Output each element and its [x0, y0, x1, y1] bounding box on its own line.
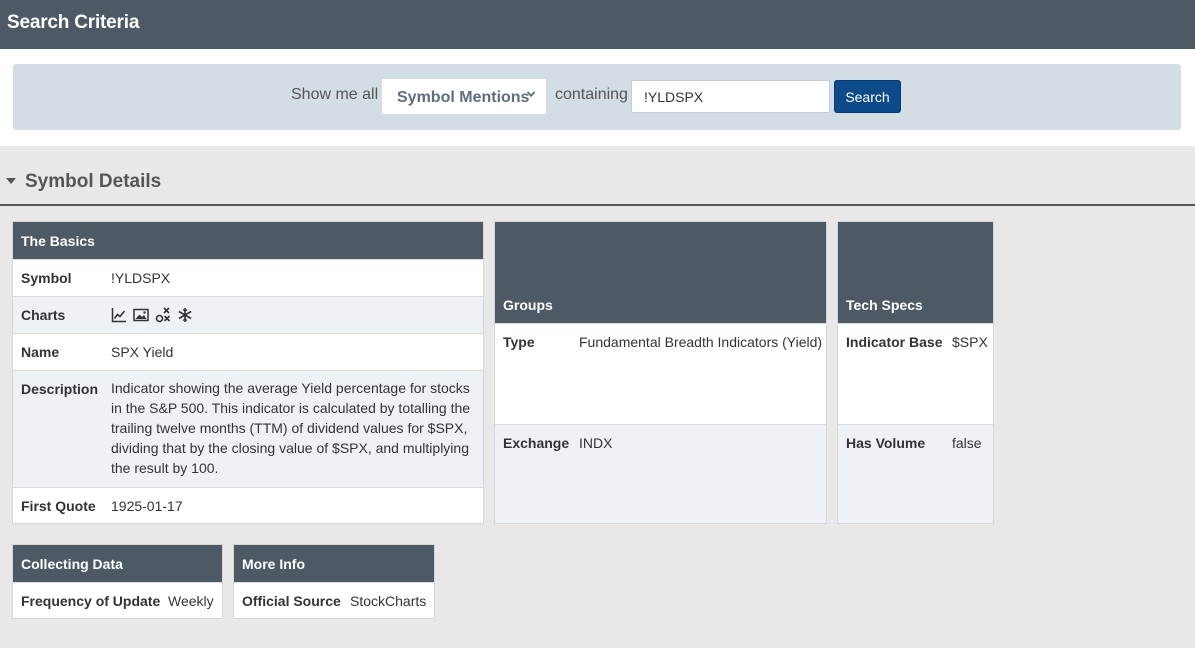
chart-icons: [111, 307, 193, 323]
image-chart-icon[interactable]: [133, 307, 149, 323]
seasonality-chart-icon[interactable]: [177, 307, 193, 323]
chevron-down-icon: [526, 89, 536, 102]
type-value: Fundamental Breadth Indicators (Yield): [579, 334, 823, 350]
collecting-data-panel-header: Collecting Data: [13, 545, 222, 582]
collecting-data-title: Collecting Data: [21, 556, 123, 572]
search-criteria-header: Search Criteria: [0, 0, 1195, 49]
indicator-base-value: $SPX: [952, 334, 988, 350]
basics-panel-header: The Basics: [13, 222, 483, 259]
name-value: SPX Yield: [111, 344, 174, 360]
more-info-panel: More Info Official Source StockCharts: [233, 544, 435, 619]
frequency-row: Frequency of Update Weekly: [13, 582, 222, 619]
official-source-row: Official Source StockCharts: [234, 582, 434, 619]
basics-title: The Basics: [21, 233, 95, 249]
first-quote-value: 1925-01-17: [111, 498, 183, 514]
has-volume-value: false: [952, 435, 982, 451]
charts-label: Charts: [21, 307, 66, 323]
groups-title: Groups: [503, 297, 553, 313]
page-title: Search Criteria: [7, 12, 140, 33]
first-quote-row: First Quote 1925-01-17: [13, 487, 483, 523]
section-title: Symbol Details: [25, 171, 162, 192]
exchange-row: Exchange INDX: [495, 424, 826, 523]
exchange-label: Exchange: [503, 435, 570, 451]
more-info-panel-header: More Info: [234, 545, 434, 582]
symbol-row: Symbol !YLDSPX: [13, 259, 483, 296]
search-area: Show me all Symbol Mentions containing S…: [0, 49, 1195, 146]
official-source-value: StockCharts: [350, 593, 427, 609]
pnf-chart-icon[interactable]: [155, 307, 171, 323]
description-value: Indicator showing the average Yield perc…: [111, 380, 471, 476]
search-type-select[interactable]: Symbol Mentions: [381, 78, 547, 115]
groups-panel-header: Groups: [495, 222, 826, 323]
more-info-title: More Info: [242, 556, 305, 572]
frequency-label: Frequency of Update: [21, 593, 161, 609]
frequency-value: Weekly: [168, 593, 214, 609]
search-panel: Show me all Symbol Mentions containing S…: [13, 64, 1181, 130]
charts-row: Charts: [13, 296, 483, 333]
search-button[interactable]: Search: [834, 80, 901, 113]
has-volume-label: Has Volume: [846, 435, 926, 451]
containing-label: containing: [555, 86, 628, 103]
collecting-data-panel: Collecting Data Frequency of Update Week…: [12, 544, 223, 619]
description-label: Description: [21, 381, 99, 397]
exchange-value: INDX: [579, 435, 613, 451]
indicator-base-label: Indicator Base: [846, 334, 943, 350]
tech-specs-panel-header: Tech Specs: [838, 222, 993, 323]
symbol-value: !YLDSPX: [111, 270, 171, 286]
has-volume-row: Has Volume false: [838, 424, 993, 523]
search-input[interactable]: [631, 80, 830, 113]
search-type-value: Symbol Mentions: [397, 89, 530, 106]
symbol-details-header[interactable]: Symbol Details: [0, 156, 1195, 206]
type-row: Type Fundamental Breadth Indicators (Yie…: [495, 323, 826, 424]
tech-specs-title: Tech Specs: [846, 297, 923, 313]
description-row: Description Indicator showing the averag…: [13, 370, 483, 487]
indicator-base-row: Indicator Base $SPX: [838, 323, 993, 424]
tech-specs-panel: Tech Specs Indicator Base $SPX Has Volum…: [837, 221, 994, 524]
groups-panel: Groups Type Fundamental Breadth Indicato…: [494, 221, 827, 524]
first-quote-label: First Quote: [21, 498, 96, 514]
name-label: Name: [21, 344, 60, 360]
name-row: Name SPX Yield: [13, 333, 483, 370]
official-source-label: Official Source: [242, 593, 341, 609]
symbol-label: Symbol: [21, 270, 72, 286]
type-label: Type: [503, 334, 535, 350]
show-me-label: Show me all: [291, 86, 379, 103]
basics-panel: The Basics Symbol !YLDSPX Charts Name SP…: [12, 221, 484, 524]
collapse-caret-icon[interactable]: [6, 178, 16, 184]
line-chart-icon[interactable]: [111, 307, 127, 323]
